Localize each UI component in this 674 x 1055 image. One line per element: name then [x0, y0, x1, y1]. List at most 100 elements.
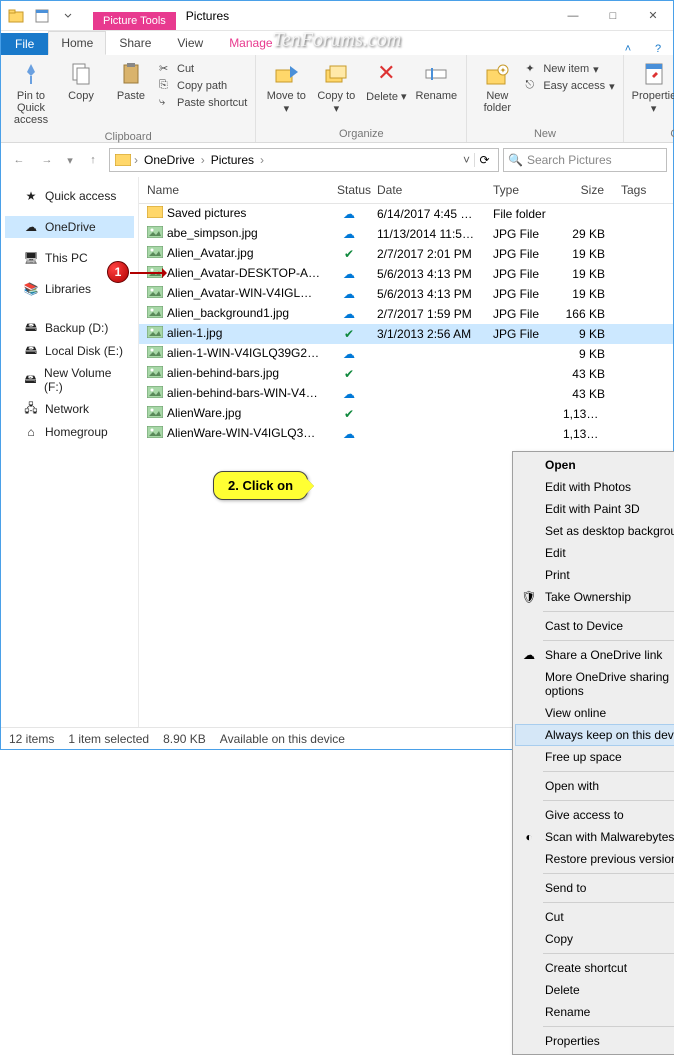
ribbon-help[interactable]: ˄ [613, 43, 643, 55]
ribbon-help-icon[interactable]: ? [643, 43, 673, 55]
new-item-button[interactable]: ✦New item ▾ [523, 61, 616, 77]
file-row[interactable]: alien-1-WIN-V4IGLQ39G2B.jpg☁9 KB [139, 344, 673, 364]
search-box[interactable]: 🔍 Search Pictures [503, 148, 667, 172]
img-icon [147, 266, 163, 282]
copy-to-button[interactable]: Copy to ▾ [312, 57, 360, 118]
share-tab[interactable]: Share [106, 31, 164, 55]
nav-item-quick-access[interactable]: ★Quick access [5, 185, 134, 207]
menu-edit-with-photos[interactable]: Edit with Photos [515, 476, 674, 498]
file-tab[interactable]: File [1, 33, 48, 55]
menu-rename[interactable]: Rename [515, 1001, 674, 1023]
nav-item-homegroup[interactable]: ⌂Homegroup [5, 421, 134, 443]
paste-shortcut-button[interactable]: ⤷Paste shortcut [157, 95, 249, 111]
paste-label: Paste [117, 90, 145, 102]
copy-button[interactable]: Copy [57, 57, 105, 105]
recent-locations-button[interactable]: ▾ [63, 148, 77, 172]
menu-give-access-to[interactable]: Give access to▶ [515, 804, 674, 826]
status-size: 8.90 KB [163, 732, 206, 746]
minimize-button[interactable]: — [553, 2, 593, 30]
menu-set-as-desktop-background[interactable]: Set as desktop background [515, 520, 674, 542]
menu-restore-previous-versions[interactable]: Restore previous versions [515, 848, 674, 870]
paste-button[interactable]: Paste [107, 57, 155, 105]
up-button[interactable]: ↑ [81, 148, 105, 172]
menu-more-onedrive-sharing-options[interactable]: More OneDrive sharing options [515, 666, 674, 702]
easy-access-button[interactable]: ⎋Easy access ▾ [523, 78, 616, 94]
file-row[interactable]: Alien_Avatar-DESKTOP-ASPAJ3E.jpg☁5/6/201… [139, 264, 673, 284]
folder-icon [147, 206, 163, 222]
address-dropdown[interactable]: ˅ [459, 153, 474, 167]
forward-button[interactable]: → [35, 148, 59, 172]
col-name-header[interactable]: Name [139, 177, 329, 203]
delete-button[interactable]: ✕Delete ▾ [362, 57, 410, 106]
status-icon: ☁ [329, 226, 369, 242]
home-tab[interactable]: Home [48, 31, 106, 55]
col-size-header[interactable]: Size [555, 177, 613, 203]
col-status-header[interactable]: Status [329, 177, 369, 203]
cut-button[interactable]: ✂Cut [157, 61, 249, 77]
copy-label: Copy [68, 90, 94, 102]
home-icon: ⌂ [23, 424, 39, 440]
menu-share-a-onedrive-link[interactable]: ☁Share a OneDrive link [515, 644, 674, 666]
move-to-button[interactable]: Move to ▾ [262, 57, 310, 118]
menu-always-keep-on-this-device[interactable]: Always keep on this device [515, 724, 674, 746]
crumb-pictures[interactable]: Pictures [207, 153, 258, 167]
menu-free-up-space[interactable]: Free up space [515, 746, 674, 768]
nav-item-onedrive[interactable]: ☁OneDrive [5, 216, 134, 238]
menu-print[interactable]: Print [515, 564, 674, 586]
nav-item-new-volume-f-[interactable]: 🖴New Volume (F:) [5, 363, 134, 397]
file-row[interactable]: AlienWare.jpg✔1,138 KB [139, 404, 673, 424]
back-button[interactable]: ← [7, 148, 31, 172]
new-folder-button[interactable]: ✦New folder [473, 57, 521, 117]
file-row[interactable]: alien-1.jpg✔3/1/2013 2:56 AMJPG File9 KB [139, 324, 673, 344]
col-type-header[interactable]: Type [485, 177, 555, 203]
close-button[interactable]: ✕ [633, 2, 673, 30]
file-row[interactable]: Alien_Avatar-WIN-V4IGLQ39G2B.jpg☁5/6/201… [139, 284, 673, 304]
qat-properties-icon[interactable] [31, 5, 53, 27]
col-tags-header[interactable]: Tags [613, 177, 673, 203]
menu-send-to[interactable]: Send to▶ [515, 877, 674, 899]
refresh-button[interactable]: ⟳ [474, 153, 494, 167]
img-icon [147, 226, 163, 242]
nav-item-local-disk-e-[interactable]: 🖴Local Disk (E:) [5, 340, 134, 362]
menu-cut[interactable]: Cut [515, 906, 674, 928]
organize-group-label: Organize [262, 126, 460, 140]
menu-delete[interactable]: Delete [515, 979, 674, 1001]
file-row[interactable]: Saved pictures☁6/14/2017 4:45 PMFile fol… [139, 204, 673, 224]
rename-button[interactable]: Rename [412, 57, 460, 105]
menu-edit-with-paint-3d[interactable]: Edit with Paint 3D [515, 498, 674, 520]
menu-take-ownership[interactable]: 🛡Take Ownership [515, 586, 674, 608]
view-tab[interactable]: View [164, 31, 216, 55]
status-icon: ☁ [329, 206, 369, 222]
file-row[interactable]: alien-behind-bars.jpg✔43 KB [139, 364, 673, 384]
menu-create-shortcut[interactable]: Create shortcut [515, 957, 674, 979]
properties-button[interactable]: Properties ▾ [630, 57, 674, 118]
address-bar[interactable]: › OneDrive › Pictures › ˅ ⟳ [109, 148, 499, 172]
address-bar-row: ← → ▾ ↑ › OneDrive › Pictures › ˅ ⟳ 🔍 Se… [1, 143, 673, 177]
nav-item-network[interactable]: 🖧Network [5, 398, 134, 420]
qat-dropdown-icon[interactable] [57, 5, 79, 27]
menu-properties[interactable]: Properties [515, 1030, 674, 1052]
crumb-onedrive[interactable]: OneDrive [140, 153, 199, 167]
maximize-button[interactable]: □ [593, 2, 633, 30]
file-row[interactable]: abe_simpson.jpg☁11/13/2014 11:59 PMJPG F… [139, 224, 673, 244]
menu-open[interactable]: Open [515, 454, 674, 476]
img-icon [147, 406, 163, 422]
pin-quick-access-button[interactable]: Pin to Quick access [7, 57, 55, 129]
pc-icon: 🖥 [23, 250, 39, 266]
file-row[interactable]: Alien_Avatar.jpg✔2/7/2017 2:01 PMJPG Fil… [139, 244, 673, 264]
img-icon [147, 386, 163, 402]
menu-view-online[interactable]: View online [515, 702, 674, 724]
file-row[interactable]: AlienWare-WIN-V4IGLQ39G2B.jpg☁1,138 KB [139, 424, 673, 444]
menu-cast-to-device[interactable]: Cast to Device▶ [515, 615, 674, 637]
copy-path-button[interactable]: ⎘Copy path [157, 78, 249, 94]
menu-copy[interactable]: Copy [515, 928, 674, 950]
nav-item-backup-d-[interactable]: 🖴Backup (D:) [5, 317, 134, 339]
file-row[interactable]: alien-behind-bars-WIN-V4IGLQ39G2B.jpg☁43… [139, 384, 673, 404]
status-icon: ☁ [329, 266, 369, 282]
file-row[interactable]: Alien_background1.jpg☁2/7/2017 1:59 PMJP… [139, 304, 673, 324]
context-menu: OpenEdit with PhotosEdit with Paint 3DSe… [512, 451, 674, 1055]
menu-edit[interactable]: Edit [515, 542, 674, 564]
menu-open-with[interactable]: Open with▶ [515, 775, 674, 797]
col-date-header[interactable]: Date [369, 177, 485, 203]
menu-scan-with-malwarebytes[interactable]: ◐Scan with Malwarebytes [515, 826, 674, 848]
